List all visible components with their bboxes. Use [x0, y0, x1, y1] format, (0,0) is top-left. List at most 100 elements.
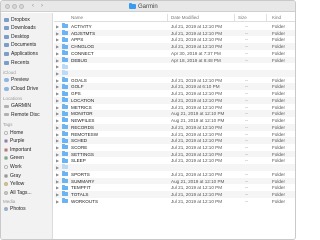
disclosure-triangle-icon[interactable]: ▶ — [56, 158, 59, 163]
table-row[interactable]: ▶ REMOTESW Jul 21, 2019 at 12:10 PM -- Folde… — [54, 130, 295, 138]
disclosure-triangle-icon[interactable]: ▶ — [56, 58, 59, 63]
table-row[interactable]: ▶ SETTINGS Jul 21, 2019 at 12:10 PM -- Folde… — [54, 150, 295, 158]
disclosure-triangle-icon[interactable]: ▶ — [56, 132, 59, 137]
disclosure-triangle-icon[interactable]: ▶ — [56, 111, 59, 116]
table-row[interactable]: ▶ SLEEP Jul 21, 2019 at 12:10 PM -- Folder — [54, 157, 295, 164]
file-size: -- — [245, 144, 249, 150]
sidebar-item-downloads[interactable]: Downloads — [4, 25, 36, 32]
column-date-modified[interactable]: Date Modified — [171, 15, 199, 20]
disclosure-triangle-icon[interactable]: ▶ — [56, 118, 59, 123]
file-date-modified: Jul 21, 2019 at 12:10 PM — [171, 77, 223, 83]
table-row[interactable]: ▶ WORKOUTS Jul 21, 2019 at 12:10 PM -- Folde… — [54, 198, 295, 205]
disclosure-triangle-icon[interactable]: ▶ — [56, 24, 59, 29]
forward-button[interactable]: › — [38, 3, 46, 10]
sidebar-item-desktop[interactable]: Desktop — [4, 33, 29, 40]
disclosure-triangle-icon[interactable]: ▶ — [56, 138, 59, 143]
table-row[interactable]: ▶ — [54, 164, 295, 171]
table-row[interactable]: ▶ MONITOR Aug 21, 2019 at 12:10 PM -- Folder — [54, 110, 295, 118]
disclosure-triangle-icon[interactable]: ▶ — [56, 199, 59, 204]
table-row[interactable]: ▶ SPORTS Jul 21, 2019 at 12:10 PM -- Folder — [54, 171, 295, 178]
file-kind: Folder — [272, 124, 286, 130]
table-row[interactable]: ▶ ADJSTMTS Jul 21, 2019 at 12:10 PM -- Folde… — [54, 29, 295, 37]
column-size[interactable]: Size — [238, 15, 247, 20]
table-row[interactable]: ▶ — [54, 63, 295, 70]
disclosure-triangle-icon[interactable]: ▶ — [56, 98, 59, 103]
file-name: TOTALS — [71, 191, 89, 197]
disclosure-triangle-icon[interactable]: ▶ — [56, 51, 59, 56]
disclosure-triangle-icon[interactable]: ▶ — [56, 84, 59, 89]
table-row[interactable]: ▶ — [54, 70, 295, 77]
close-button[interactable] — [5, 4, 10, 9]
table-row[interactable]: ▶ APPS Jul 21, 2019 at 12:10 PM -- Folder — [54, 36, 295, 43]
disclosure-triangle-icon[interactable]: ▶ — [56, 78, 59, 83]
disclosure-triangle-icon[interactable]: ▶ — [56, 152, 59, 157]
sidebar-item-recents[interactable]: Recents — [4, 59, 29, 66]
sidebar-tag-yellow[interactable]: Yellow — [4, 181, 24, 188]
disclosure-triangle-icon[interactable]: ▶ — [56, 31, 59, 36]
table-row[interactable]: ▶ GOLF Jul 21, 2019 at 6:10 PM -- Folder — [54, 83, 295, 91]
sidebar-item-icloud-drive[interactable]: iCloud Drive — [4, 85, 38, 92]
zoom-button[interactable] — [19, 4, 24, 9]
table-row[interactable]: ▶ GOALS Jul 21, 2019 at 12:10 PM -- Folder — [54, 77, 295, 84]
table-row[interactable]: ▶ SUMMARY Aug 21, 2019 at 12:10 PM -- Folder — [54, 177, 295, 185]
disclosure-triangle-icon[interactable]: ▶ — [56, 172, 59, 177]
disclosure-triangle-icon[interactable]: ▶ — [56, 125, 59, 130]
sidebar-tag-alltags[interactable]: All Tags... — [4, 189, 32, 196]
file-date-modified: Apr 30, 2019 at 7:37 PM — [171, 50, 221, 56]
sidebar-tag-work[interactable]: Work — [4, 163, 22, 170]
folder-icon — [62, 151, 68, 157]
table-row[interactable]: ▶ NEWFILES Aug 21, 2019 at 12:10 PM -- Folde… — [54, 117, 295, 124]
sidebar-tag-gray[interactable]: Gray — [4, 172, 21, 179]
table-row[interactable]: ▶ TEMPFIT Jul 21, 2019 at 12:10 PM -- Folder — [54, 184, 295, 191]
sidebar-item-preview[interactable]: Preview — [4, 77, 29, 84]
disclosure-triangle-icon[interactable]: ▶ — [56, 105, 59, 110]
disclosure-triangle-icon[interactable]: ▶ — [56, 165, 59, 170]
disclosure-triangle-icon[interactable]: ▶ — [56, 37, 59, 42]
folder-icon — [62, 144, 68, 150]
table-row[interactable]: ▶ SCORE Jul 21, 2019 at 12:10 PM -- Folder — [54, 144, 295, 151]
table-row[interactable]: ▶ DEBUG Apr 18, 2019 at 8:48 PM -- Folder — [54, 56, 295, 64]
sidebar-item-dropbox[interactable]: Dropbox — [4, 16, 30, 23]
column-divider[interactable] — [167, 14, 168, 21]
table-row[interactable]: ▶ LOCATION Jul 21, 2019 at 12:10 PM -- Folde… — [54, 96, 295, 104]
disclosure-triangle-icon[interactable]: ▶ — [56, 91, 59, 96]
disclosure-triangle-icon[interactable]: ▶ — [56, 64, 59, 69]
sidebar-item-remote-disc[interactable]: Remote Disc — [4, 111, 40, 118]
table-row[interactable]: ▶ SCHED Jul 21, 2019 at 12:10 PM -- Folder — [54, 137, 295, 144]
disclosure-triangle-icon[interactable]: ▶ — [56, 179, 59, 184]
sidebar-item-label: Purple — [10, 138, 25, 145]
disclosure-triangle-icon[interactable]: ▶ — [56, 71, 59, 76]
file-kind: Folder — [272, 198, 286, 204]
disclosure-triangle-icon[interactable]: ▶ — [56, 185, 59, 190]
table-row[interactable]: ▶ CHNGLOG Jul 21, 2019 at 12:10 PM -- Folder — [54, 43, 295, 50]
disclosure-triangle-icon[interactable]: ▶ — [56, 145, 59, 150]
sidebar-tag-green[interactable]: Green — [4, 155, 24, 162]
sidebar-item-documents[interactable]: Documents — [4, 42, 36, 49]
table-row[interactable]: ▶ CONNECT Apr 30, 2019 at 7:37 PM -- Folder — [54, 50, 295, 57]
dropbox-icon — [4, 17, 9, 22]
sidebar-item-garmin[interactable]: GARMIN — [4, 103, 31, 110]
sidebar-tag-purple[interactable]: Purple — [4, 138, 24, 145]
disclosure-triangle-icon[interactable]: ▶ — [56, 192, 59, 197]
table-row[interactable]: ▶ RECORDS Jul 21, 2019 at 12:10 PM -- Folder — [54, 123, 295, 131]
table-row[interactable]: ▶ METRICS Jul 21, 2019 at 12:10 PM -- Folder — [54, 104, 295, 111]
sidebar-item-applications[interactable]: Applications — [4, 50, 38, 57]
sidebar-tag-important[interactable]: Important — [4, 146, 31, 153]
column-divider[interactable] — [266, 14, 267, 21]
sidebar-item-photos[interactable]: Photos — [4, 206, 26, 213]
disclosure-triangle-icon[interactable]: ▶ — [56, 44, 59, 49]
table-row[interactable]: ▶ TOTALS Jul 21, 2019 at 12:10 PM -- Folder — [54, 190, 295, 198]
file-kind: Folder — [272, 111, 286, 117]
column-divider[interactable] — [234, 14, 235, 21]
tag-green-icon — [4, 156, 8, 161]
table-row[interactable]: ▶ ACTIVITY Jul 21, 2019 at 12:10 PM -- Folde… — [54, 23, 295, 30]
sidebar-item-label: Green — [10, 155, 24, 162]
column-kind[interactable]: Kind — [272, 15, 281, 20]
minimize-button[interactable] — [12, 4, 17, 9]
column-name[interactable]: Name — [71, 15, 83, 20]
file-name: REMOTESW — [71, 131, 99, 137]
sidebar-tag-home[interactable]: Home — [4, 129, 23, 136]
table-row[interactable]: ▶ GPS Jul 21, 2019 at 12:10 PM -- Folder — [54, 90, 295, 97]
file-name: SETTINGS — [71, 151, 94, 157]
back-button[interactable]: ‹ — [29, 3, 37, 10]
